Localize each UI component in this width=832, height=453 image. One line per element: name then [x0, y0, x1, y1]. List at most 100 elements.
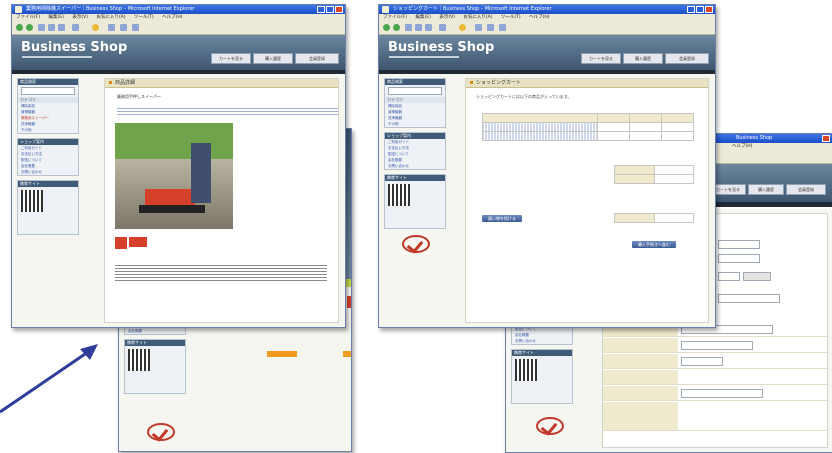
history-icon[interactable] [475, 24, 482, 31]
search-icon[interactable] [439, 24, 446, 31]
item-name-link[interactable] [482, 122, 598, 132]
quantity-input[interactable] [629, 131, 662, 141]
close-icon[interactable] [705, 6, 713, 13]
text-field[interactable] [718, 254, 760, 263]
menu-view[interactable]: 表示(V) [439, 15, 455, 20]
forward-icon[interactable] [393, 24, 400, 31]
sidebar-link[interactable]: お問い合わせ [512, 338, 572, 344]
search-icon[interactable] [72, 24, 79, 31]
continue-shopping-button[interactable]: 買い物を続ける [482, 215, 522, 222]
text-field[interactable] [681, 357, 723, 366]
shop-logo[interactable]: Business Shop [388, 40, 494, 55]
category-link[interactable]: その他 [18, 127, 78, 133]
sidebar-link[interactable]: 会社概要 [125, 328, 185, 334]
product-panel: 商品詳細 業務用手押しスイーパー [104, 78, 339, 323]
menu-view[interactable]: 表示(V) [72, 15, 88, 20]
refresh-icon[interactable] [415, 24, 422, 31]
menu-help[interactable]: ヘルプ(H) [529, 15, 549, 20]
logo-tagline [22, 56, 92, 58]
sidebar-link[interactable]: お問い合わせ [18, 169, 78, 175]
menu-file[interactable]: ファイル(F) [16, 15, 40, 20]
menu-help[interactable]: ヘルプ(H) [162, 15, 182, 20]
add-to-cart-button[interactable] [343, 351, 351, 357]
stop-icon[interactable] [405, 24, 412, 31]
sweeper-body [145, 189, 195, 205]
menu-favorites[interactable]: お気に入り(A) [96, 15, 125, 20]
forward-icon[interactable] [26, 24, 33, 31]
member-register-button[interactable]: 会員登録 [295, 53, 339, 64]
form-label [603, 338, 678, 352]
search-input[interactable] [21, 87, 75, 95]
table-row [614, 165, 694, 175]
print-icon[interactable] [499, 24, 506, 31]
maximize-icon[interactable] [326, 6, 334, 13]
sidebar-link[interactable]: お問い合わせ [385, 163, 445, 169]
checkmark-logo-icon [147, 423, 175, 441]
member-register-button[interactable]: 会員登録 [665, 53, 709, 64]
text-field[interactable] [718, 294, 780, 303]
text-field[interactable] [718, 272, 740, 281]
sidebar-heading: 携帯サイト [18, 181, 78, 187]
header-button[interactable]: 会員登録 [786, 184, 826, 195]
radio-group[interactable] [681, 373, 741, 380]
item-name-link[interactable] [482, 131, 598, 141]
text-field[interactable] [681, 341, 753, 350]
menu-edit[interactable]: 編集(E) [416, 15, 431, 20]
sidebar-heading: 携帯サイト [512, 350, 572, 356]
quantity-input[interactable] [629, 122, 662, 132]
photo-background [115, 123, 233, 159]
menu-help[interactable]: ヘルプ(H) [732, 144, 752, 149]
add-to-cart-button[interactable] [267, 351, 297, 357]
site-header: Business Shop カートを見る 購入履歴 会員登録 [12, 35, 345, 70]
form-row [603, 338, 827, 353]
checkmark-logo-icon [402, 235, 430, 253]
header-button[interactable]: 購入履歴 [748, 184, 784, 195]
close-icon[interactable] [335, 6, 343, 13]
mail-icon[interactable] [487, 24, 494, 31]
home-icon[interactable] [58, 24, 65, 31]
minimize-icon[interactable] [687, 6, 695, 13]
item-price [597, 122, 630, 132]
table-row [614, 174, 694, 184]
product-description [117, 106, 338, 116]
shop-logo[interactable]: Business Shop [21, 40, 127, 55]
checkout-button[interactable]: 購入手続きへ進む [632, 241, 676, 248]
favorites-icon[interactable] [459, 24, 466, 31]
purchase-history-button[interactable]: 購入履歴 [623, 53, 663, 64]
page-body: 商品検索 カテゴリ 掃除用品 清掃機器 洗浄機器 その他 ショップ案内 ご利用ガ… [379, 74, 715, 327]
menu-file[interactable]: ファイル(F) [383, 15, 407, 20]
search-input[interactable] [388, 87, 442, 95]
address-lookup-button[interactable] [743, 272, 771, 281]
qr-code-icon [515, 359, 537, 381]
menu-edit[interactable]: 編集(E) [49, 15, 64, 20]
stop-icon[interactable] [38, 24, 45, 31]
sidebar-heading: 商品検索 [18, 79, 78, 85]
history-icon[interactable] [108, 24, 115, 31]
favorites-icon[interactable] [92, 24, 99, 31]
view-cart-button[interactable]: カートを見る [211, 53, 251, 64]
sidebar-heading: 携帯サイト [125, 340, 185, 346]
print-icon[interactable] [132, 24, 139, 31]
checkbox-group[interactable] [681, 405, 791, 425]
table-row [482, 122, 694, 132]
purchase-history-button[interactable]: 購入履歴 [253, 53, 293, 64]
menu-favorites[interactable]: お気に入り(A) [463, 15, 492, 20]
window-title: ショッピングカート｜Business Shop – Microsoft Inte… [393, 6, 552, 12]
table-row [482, 131, 694, 141]
view-cart-button[interactable]: カートを見る [581, 53, 621, 64]
minimize-icon[interactable] [317, 6, 325, 13]
mail-icon[interactable] [120, 24, 127, 31]
back-icon[interactable] [16, 24, 23, 31]
menu-tools[interactable]: ツール(T) [134, 15, 154, 20]
close-icon[interactable] [822, 135, 830, 142]
maximize-icon[interactable] [696, 6, 704, 13]
text-field[interactable] [718, 240, 760, 249]
sweeper-base [139, 205, 205, 213]
menu-tools[interactable]: ツール(T) [501, 15, 521, 20]
back-icon[interactable] [383, 24, 390, 31]
home-icon[interactable] [425, 24, 432, 31]
refresh-icon[interactable] [48, 24, 55, 31]
text-field[interactable] [681, 389, 763, 398]
cart-intro: ショッピングカートには以下の商品が入っています。 [476, 94, 572, 99]
category-link[interactable]: その他 [385, 121, 445, 127]
